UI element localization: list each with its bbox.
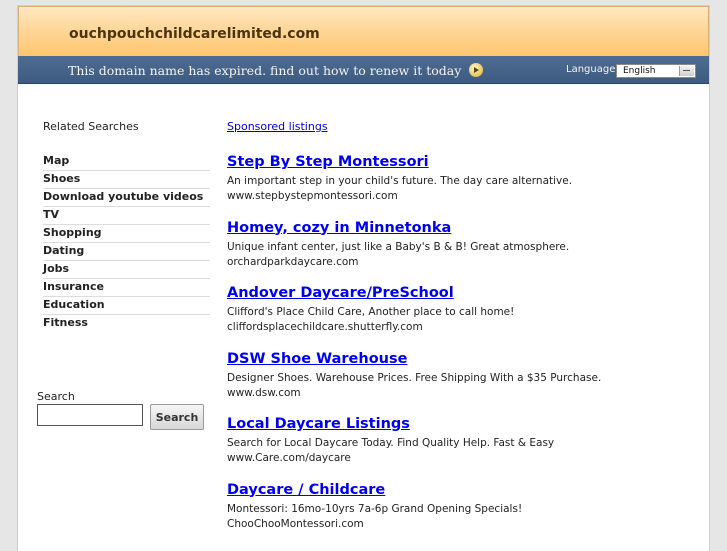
- search-label: Search: [37, 390, 75, 403]
- listing: Local Daycare Listings Search for Local …: [227, 413, 697, 479]
- listing-description: An important step in your child's future…: [227, 175, 573, 187]
- listing-description: Designer Shoes. Warehouse Prices. Free S…: [227, 371, 602, 384]
- related-item-jobs[interactable]: Jobs: [43, 261, 210, 279]
- listing-url[interactable]: ChooChooMontessori.com: [227, 517, 697, 532]
- sponsored-listings-link[interactable]: Sponsored listings: [227, 120, 328, 133]
- listing-description: Montessori: 16mo-10yrs 7a-6p Grand Openi…: [227, 502, 523, 515]
- language-label: Language:: [566, 64, 619, 75]
- listing-title[interactable]: Andover Daycare/PreSchool: [227, 283, 454, 303]
- listing-url[interactable]: cliffordsplacechildcare.shutterfly.com: [227, 320, 697, 335]
- expired-bar: This domain name has expired. find out h…: [18, 56, 709, 84]
- listing-title[interactable]: Homey, cozy in Minnetonka: [227, 218, 451, 238]
- related-item-fitness[interactable]: Fitness: [43, 315, 210, 332]
- related-item-download-youtube-videos[interactable]: Download youtube videos: [43, 189, 210, 207]
- expired-link[interactable]: This domain name has expired. find out h…: [68, 63, 484, 78]
- listing-description: Unique infant center, just like a Baby's…: [227, 240, 570, 253]
- dropdown-icon[interactable]: [679, 66, 694, 76]
- listing: DSW Shoe Warehouse Designer Shoes. Wareh…: [227, 348, 697, 414]
- related-item-map[interactable]: Map: [43, 153, 210, 171]
- listing-url[interactable]: orchardparkdaycare.com: [227, 255, 697, 270]
- search-button[interactable]: Search: [150, 404, 204, 430]
- arrow-right-icon[interactable]: [469, 63, 484, 77]
- related-searches-list: Map Shoes Download youtube videos TV Sho…: [43, 153, 210, 332]
- header: ouchpouchchildcarelimited.com: [18, 6, 709, 56]
- listing-title[interactable]: Step By Step Montessori: [227, 152, 429, 172]
- listing-url[interactable]: www.stepbystepmontessori.com: [227, 189, 697, 204]
- listing-url[interactable]: www.dsw.com: [227, 386, 697, 401]
- listing-title[interactable]: DSW Shoe Warehouse: [227, 349, 407, 369]
- listing-description: Clifford's Place Child Care, Another pla…: [227, 306, 515, 318]
- listing: Homey, cozy in Minnetonka Unique infant …: [227, 217, 697, 283]
- related-item-shoes[interactable]: Shoes: [43, 171, 210, 189]
- related-item-education[interactable]: Education: [43, 297, 210, 315]
- listing-title[interactable]: Daycare / Childcare: [227, 480, 385, 500]
- page-frame: ouchpouchchildcarelimited.com This domai…: [18, 6, 709, 551]
- related-searches-title: Related Searches: [43, 120, 139, 133]
- language-value: English: [623, 66, 656, 76]
- listing-description: Search for Local Daycare Today. Find Qua…: [227, 437, 555, 449]
- expired-text[interactable]: This domain name has expired. find out h…: [68, 63, 461, 78]
- listing: Andover Daycare/PreSchool Clifford's Pla…: [227, 282, 697, 348]
- search-input[interactable]: [37, 404, 143, 426]
- listing: Daycare / Childcare Montessori: 16mo-10y…: [227, 479, 697, 545]
- related-item-tv[interactable]: TV: [43, 207, 210, 225]
- related-item-dating[interactable]: Dating: [43, 243, 210, 261]
- domain-title: ouchpouchchildcarelimited.com: [69, 26, 320, 42]
- related-item-insurance[interactable]: Insurance: [43, 279, 210, 297]
- language-select[interactable]: English: [616, 64, 696, 78]
- related-item-shopping[interactable]: Shopping: [43, 225, 210, 243]
- listing-url[interactable]: www.Care.com/daycare: [227, 451, 697, 466]
- listing-title[interactable]: Local Daycare Listings: [227, 414, 410, 434]
- listing: Step By Step Montessori An important ste…: [227, 151, 697, 217]
- listings: Step By Step Montessori An important ste…: [227, 151, 697, 544]
